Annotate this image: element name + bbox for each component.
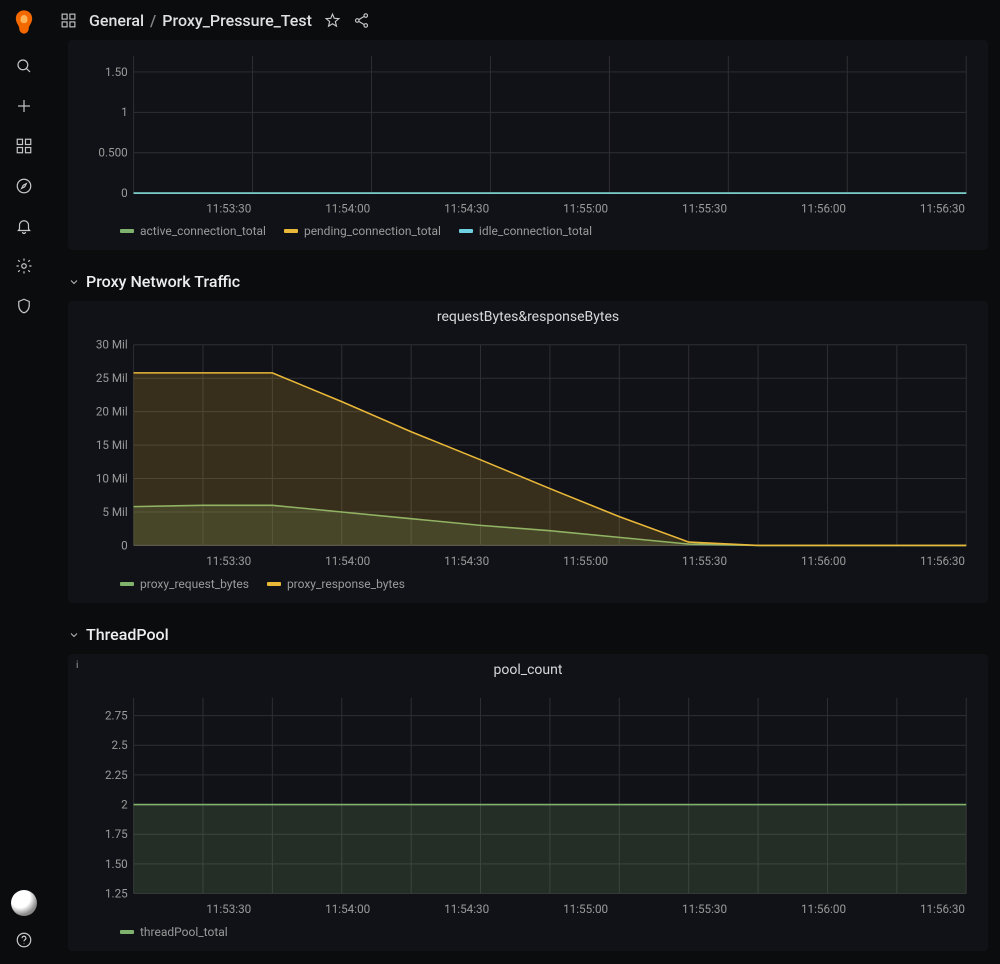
svg-text:2.5: 2.5	[112, 738, 129, 752]
svg-text:11:54:00: 11:54:00	[325, 902, 370, 916]
legend-label: threadPool_total	[140, 925, 228, 939]
svg-text:0: 0	[121, 186, 128, 200]
share-icon[interactable]	[353, 12, 370, 29]
svg-text:11:55:30: 11:55:30	[682, 902, 727, 916]
svg-text:10 Mil: 10 Mil	[96, 472, 128, 486]
panel-threadpool: i pool_count 1.25 1.50 1.75 2 2.25 2.5 2.75 11:…	[68, 654, 988, 951]
search-icon[interactable]	[14, 56, 34, 76]
legend-network: proxy_request_bytes proxy_response_bytes	[80, 571, 976, 595]
row-title-threadpool: ThreadPool	[86, 625, 169, 644]
svg-text:11:55:00: 11:55:00	[563, 202, 608, 216]
svg-text:2: 2	[121, 798, 128, 812]
svg-text:20 Mil: 20 Mil	[96, 405, 128, 419]
breadcrumb-dashboard[interactable]: Proxy_Pressure_Test	[162, 11, 312, 30]
svg-text:11:55:00: 11:55:00	[563, 554, 608, 568]
legend-item[interactable]: pending_connection_total	[284, 224, 441, 238]
legend-item[interactable]: threadPool_total	[120, 925, 228, 939]
svg-text:11:55:30: 11:55:30	[682, 202, 727, 216]
svg-text:5 Mil: 5 Mil	[102, 505, 127, 519]
svg-text:11:56:00: 11:56:00	[801, 554, 846, 568]
chart-threadpool[interactable]: 1.25 1.50 1.75 2 2.25 2.5 2.75 11:53:30 11:54:00…	[80, 690, 976, 919]
svg-text:11:55:30: 11:55:30	[682, 554, 727, 568]
svg-text:11:56:30: 11:56:30	[920, 554, 965, 568]
svg-text:15 Mil: 15 Mil	[96, 438, 128, 452]
legend-connections: active_connection_total pending_connecti…	[80, 218, 976, 242]
grafana-logo-icon[interactable]	[10, 8, 38, 36]
svg-text:11:54:00: 11:54:00	[325, 202, 370, 216]
info-icon[interactable]: i	[76, 660, 88, 672]
legend-label: proxy_request_bytes	[140, 577, 249, 591]
help-icon[interactable]	[14, 930, 34, 950]
svg-text:1.50: 1.50	[105, 857, 128, 871]
legend-item[interactable]: proxy_request_bytes	[120, 577, 249, 591]
plus-icon[interactable]	[14, 96, 34, 116]
chevron-down-icon	[68, 276, 80, 288]
svg-text:11:56:30: 11:56:30	[920, 902, 965, 916]
svg-text:11:54:30: 11:54:30	[444, 902, 489, 916]
legend-item[interactable]: proxy_response_bytes	[267, 577, 405, 591]
svg-text:11:55:00: 11:55:00	[563, 902, 608, 916]
shield-icon[interactable]	[14, 296, 34, 316]
svg-text:2.25: 2.25	[105, 768, 128, 782]
svg-text:11:53:30: 11:53:30	[206, 202, 251, 216]
svg-text:11:54:30: 11:54:30	[444, 554, 489, 568]
dashboards-grid-icon[interactable]	[60, 12, 77, 29]
chart-network[interactable]: 0 5 Mil 10 Mil 15 Mil 20 Mil 25 Mil 30 Mil 11:5…	[80, 337, 976, 571]
panel-title-network: requestBytes&responseBytes	[68, 301, 988, 329]
svg-text:1.25: 1.25	[105, 887, 128, 901]
legend-label: proxy_response_bytes	[287, 577, 405, 591]
svg-text:0.500: 0.500	[98, 146, 127, 160]
legend-item[interactable]: active_connection_total	[120, 224, 266, 238]
chart-connections[interactable]: 0 0.500 1 1.50 11:53:30 11:54:00 11:54:30 11:55…	[80, 48, 976, 218]
chevron-down-icon	[68, 629, 80, 641]
legend-threadpool: threadPool_total	[80, 919, 976, 943]
panel-connections: 0 0.500 1 1.50 11:53:30 11:54:00 11:54:30 11:55…	[68, 40, 988, 250]
panel-title-threadpool: pool_count	[68, 654, 988, 682]
breadcrumb-sep: /	[150, 11, 156, 30]
svg-text:11:54:30: 11:54:30	[444, 202, 489, 216]
panel-network: requestBytes&responseBytes 0 5 Mil 10 Mil 1…	[68, 301, 988, 603]
sidebar	[0, 0, 48, 964]
svg-text:11:56:00: 11:56:00	[801, 902, 846, 916]
row-header-threadpool[interactable]: ThreadPool	[68, 615, 988, 654]
svg-text:1.50: 1.50	[105, 65, 128, 79]
svg-text:1: 1	[121, 105, 128, 119]
row-title-network: Proxy Network Traffic	[86, 272, 240, 291]
svg-text:0: 0	[121, 539, 128, 553]
svg-text:11:54:00: 11:54:00	[325, 554, 370, 568]
breadcrumb-folder[interactable]: General	[89, 11, 144, 30]
svg-text:11:53:30: 11:53:30	[206, 902, 251, 916]
svg-text:1.75: 1.75	[105, 827, 128, 841]
main: General / Proxy_Pressure_Test 0 0.500 1 1.5…	[48, 0, 1000, 964]
svg-text:11:56:00: 11:56:00	[801, 202, 846, 216]
svg-text:30 Mil: 30 Mil	[96, 338, 128, 352]
compass-icon[interactable]	[14, 176, 34, 196]
star-icon[interactable]	[324, 12, 341, 29]
svg-text:25 Mil: 25 Mil	[96, 372, 128, 386]
legend-label: pending_connection_total	[304, 224, 441, 238]
avatar[interactable]	[11, 890, 37, 916]
gear-icon[interactable]	[14, 256, 34, 276]
legend-label: active_connection_total	[140, 224, 266, 238]
legend-label: idle_connection_total	[479, 224, 592, 238]
content: 0 0.500 1 1.50 11:53:30 11:54:00 11:54:30 11:55…	[48, 40, 1000, 964]
svg-text:11:53:30: 11:53:30	[206, 554, 251, 568]
svg-text:2.75: 2.75	[105, 709, 128, 723]
topbar: General / Proxy_Pressure_Test	[48, 0, 1000, 40]
bell-icon[interactable]	[14, 216, 34, 236]
svg-text:11:56:30: 11:56:30	[920, 202, 965, 216]
legend-item[interactable]: idle_connection_total	[459, 224, 592, 238]
dashboards-icon[interactable]	[14, 136, 34, 156]
breadcrumb[interactable]: General / Proxy_Pressure_Test	[89, 11, 312, 30]
row-header-network[interactable]: Proxy Network Traffic	[68, 262, 988, 301]
